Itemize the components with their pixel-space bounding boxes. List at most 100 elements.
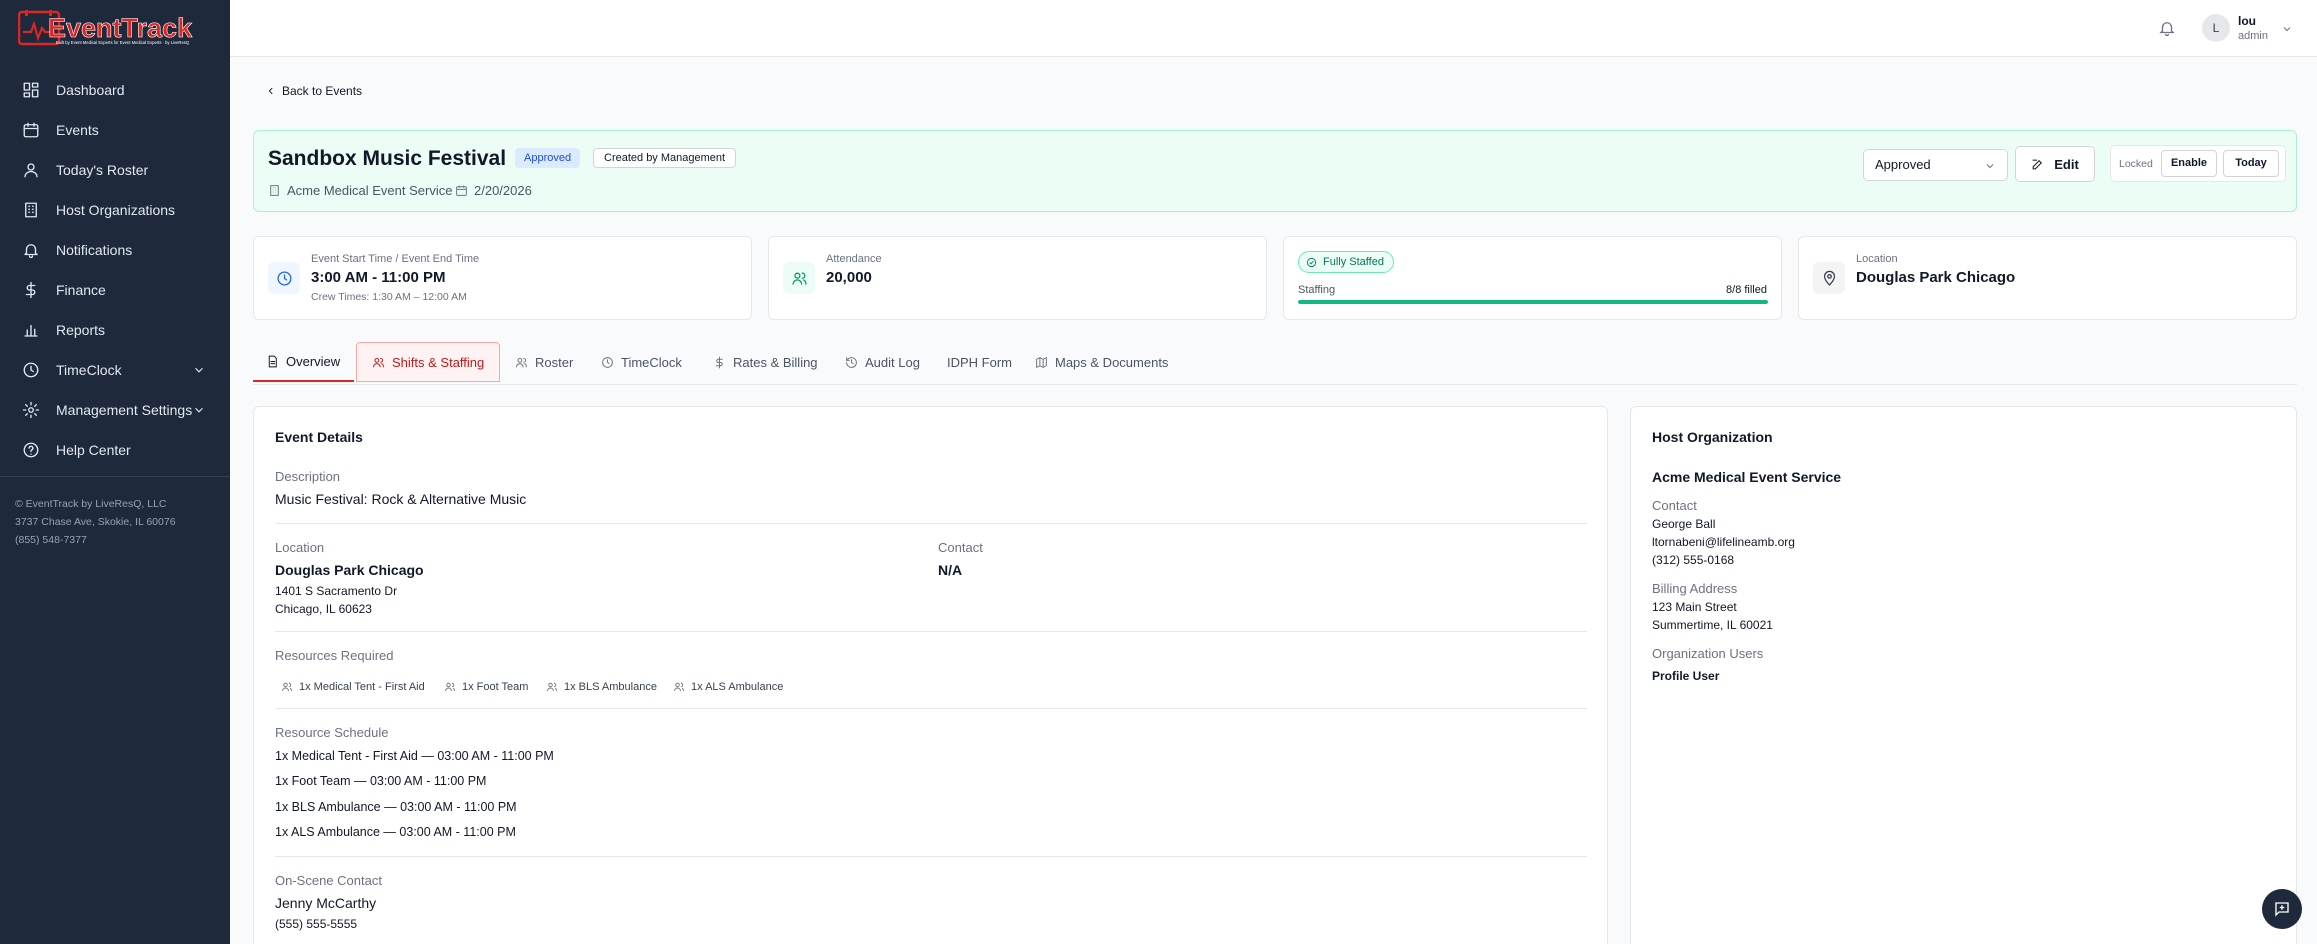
today-button[interactable]: Today [2223, 150, 2279, 177]
tab-label: TimeClock [621, 354, 682, 370]
tab-overview[interactable]: Overview [253, 342, 355, 382]
chevron-left-icon [268, 87, 273, 95]
resources-label: Resources Required [275, 648, 394, 663]
staffing-progress-bar [1298, 300, 1768, 304]
gear-icon [22, 401, 40, 419]
chevron-down-icon[interactable] [192, 363, 206, 377]
event-date-value: 2/20/2026 [474, 183, 532, 198]
schedule-item: 1x ALS Ambulance — 03:00 AM - 11:00 PM [275, 825, 516, 839]
sidebar-item-notifications[interactable]: Notifications [0, 230, 230, 270]
resource-chip-label: 1x Foot Team [462, 681, 529, 693]
sidebar-item-todays-roster[interactable]: Today's Roster [0, 150, 230, 190]
sidebar-item-events[interactable]: Events [0, 110, 230, 150]
sidebar-item-host-organizations[interactable]: Host Organizations [0, 190, 230, 230]
tab-label: Audit Log [865, 354, 920, 370]
building-icon [22, 201, 40, 219]
organization-name: Acme Medical Event Service [287, 183, 453, 198]
sidebar-item-reports[interactable]: Reports [0, 310, 230, 350]
back-label: Back to Events [282, 84, 363, 98]
sidebar-item-label: Notifications [56, 242, 133, 258]
top-bar: L lou admin [230, 0, 2317, 57]
staffing-label: Staffing [1298, 284, 1336, 296]
sidebar-item-dashboard[interactable]: Dashboard [0, 70, 230, 110]
schedule-item: 1x Foot Team — 03:00 AM - 11:00 PM [275, 774, 487, 788]
edit-label: Edit [2054, 156, 2079, 172]
contact-value: N/A [938, 562, 963, 578]
back-to-events-link[interactable]: Back to Events [266, 84, 362, 98]
divider [275, 631, 1587, 632]
users-icon [516, 357, 527, 367]
description-value: Music Festival: Rock & Alternative Music [275, 491, 527, 507]
tab-rates-billing[interactable]: Rates & Billing [713, 342, 818, 382]
resource-chip: 1x Foot Team [444, 677, 528, 697]
users-icon [445, 682, 455, 692]
event-organization: Acme Medical Event Service [268, 183, 452, 198]
help-icon [22, 441, 40, 459]
tab-maps-documents[interactable]: Maps & Documents [1035, 342, 1168, 382]
lock-controls: Locked Enable Today [2110, 145, 2286, 182]
resource-chip: 1x ALS Ambulance [673, 677, 783, 697]
tab-label: Maps & Documents [1055, 354, 1169, 370]
history-icon [846, 356, 857, 368]
sidebar-item-label: Help Center [56, 442, 131, 458]
tab-timeclock[interactable]: TimeClock [601, 342, 682, 382]
staffing-count: 8/8 filled [1726, 284, 1767, 296]
clock-icon [22, 361, 40, 379]
host-organization-title: Host Organization [1652, 429, 1773, 445]
location-name: Douglas Park Chicago [275, 562, 424, 578]
sidebar-item-help-center[interactable]: Help Center [0, 430, 230, 470]
tab-label: Overview [286, 353, 341, 369]
host-contact-email[interactable]: ltornabeni@lifelineamb.org [1652, 535, 1795, 549]
tab-roster[interactable]: Roster [515, 342, 573, 382]
clock-icon [268, 262, 300, 294]
tab-shifts-staffing[interactable]: Shifts & Staffing [356, 342, 501, 382]
notifications-bell-icon[interactable] [2158, 19, 2176, 37]
event-time-value: 3:00 AM - 11:00 PM [311, 269, 446, 286]
tab-audit-log[interactable]: Audit Log [845, 342, 920, 382]
organization-user[interactable]: Profile User [1652, 669, 1719, 683]
sidebar-item-finance[interactable]: Finance [0, 270, 230, 310]
fully-staffed-badge: Fully Staffed [1298, 251, 1394, 273]
location-city: Chicago, IL 60623 [275, 602, 372, 616]
host-contact-phone: (312) 555-0168 [1652, 553, 1735, 567]
attendance-label: Attendance [826, 253, 882, 265]
event-tabs: Overview Shifts & Staffing Roster TimeCl… [253, 340, 2297, 385]
event-time-card: Event Start Time / Event End Time 3:00 A… [253, 236, 752, 320]
sidebar-item-management-settings[interactable]: Management Settings [0, 390, 230, 430]
event-header: Sandbox Music Festival Approved Created … [253, 130, 2297, 212]
dollar-icon [22, 281, 40, 299]
map-pin-icon [1813, 262, 1845, 294]
status-select[interactable]: Approved [1863, 149, 2008, 181]
document-icon [268, 355, 277, 367]
user-name[interactable]: lou [2238, 14, 2256, 28]
event-details-title: Event Details [275, 429, 363, 445]
edit-icon [2032, 159, 2043, 169]
billing-city: Summertime, IL 60021 [1652, 618, 1773, 632]
sidebar-item-timeclock[interactable]: TimeClock [0, 350, 230, 390]
tab-label: Rates & Billing [733, 354, 818, 370]
bell-icon [22, 241, 40, 259]
enable-button[interactable]: Enable [2161, 150, 2217, 177]
calendar-icon [456, 185, 467, 196]
crew-times: Crew Times: 1:30 AM – 12:00 AM [311, 291, 467, 303]
divider [275, 708, 1587, 709]
location-street: 1401 S Sacramento Dr [275, 584, 398, 598]
resource-chip-label: 1x Medical Tent - First Aid [299, 681, 425, 693]
location-label: Location [275, 540, 325, 555]
eventtrack-logo[interactable]: EventTrack Built by Event Medical Expert… [18, 10, 214, 46]
chevron-down-icon[interactable] [192, 403, 206, 417]
event-date: 2/20/2026 [455, 183, 532, 198]
created-by-badge: Created by Management [593, 148, 737, 168]
building-icon [270, 185, 279, 196]
tab-idph-form[interactable]: IDPH Form [947, 342, 1012, 382]
locked-label: Locked [2119, 158, 2153, 170]
chevron-down-icon[interactable] [2281, 22, 2293, 34]
resource-chip-label: 1x ALS Ambulance [691, 681, 784, 693]
map-icon [1036, 356, 1047, 368]
chat-support-button[interactable] [2262, 889, 2302, 929]
fully-staffed-label: Fully Staffed [1323, 256, 1384, 268]
edit-button[interactable]: Edit [2015, 146, 2095, 182]
sidebar-item-label: Events [56, 122, 99, 138]
avatar[interactable]: L [2202, 14, 2230, 42]
page-title: Sandbox Music Festival [268, 147, 507, 170]
